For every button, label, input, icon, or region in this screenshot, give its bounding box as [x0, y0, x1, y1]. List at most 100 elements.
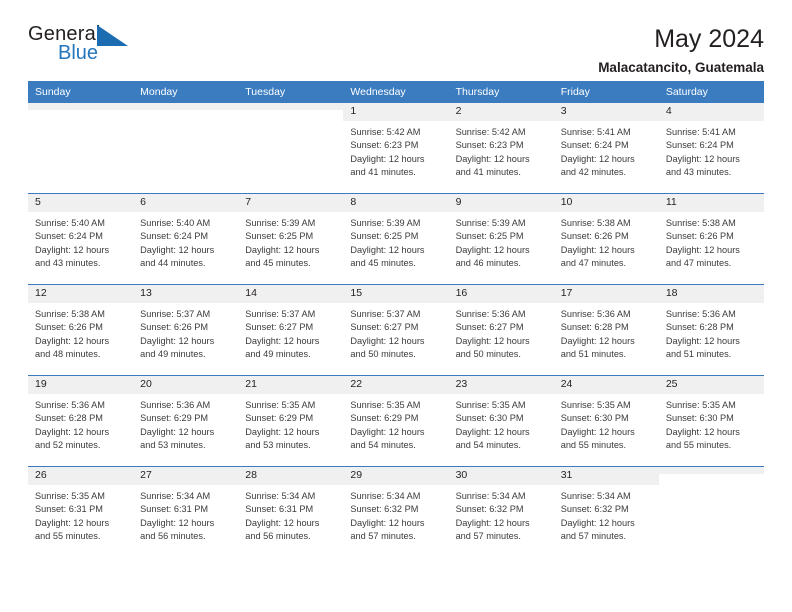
- calendar-day-cell[interactable]: 22 Sunrise: 5:35 AM Sunset: 6:29 PM Dayligh…: [343, 375, 449, 467]
- calendar-day-cell[interactable]: 3 Sunrise: 5:41 AM Sunset: 6:24 PM Daylight…: [553, 103, 659, 194]
- sunset-text: Sunset: 6:26 PM: [665, 231, 734, 242]
- daylight-text-line1: Daylight: 12 hours: [35, 244, 110, 255]
- day-sun-info: Sunrise: 5:36 AM Sunset: 6:28 PM Daylight:…: [28, 394, 133, 453]
- day-number: [28, 103, 134, 110]
- sunrise-text: Sunrise: 5:37 AM: [245, 308, 316, 319]
- sunrise-text: Sunrise: 5:37 AM: [350, 308, 421, 319]
- day-sun-info: Sunrise: 5:37 AM Sunset: 6:27 PM Daylight:…: [343, 303, 448, 362]
- day-sun-info: Sunrise: 5:38 AM Sunset: 6:26 PM Daylight:…: [659, 212, 764, 271]
- sunset-text: Sunset: 6:23 PM: [350, 140, 419, 151]
- sunrise-text: Sunrise: 5:39 AM: [350, 217, 421, 228]
- daylight-text-line2: and 52 minutes.: [35, 440, 101, 451]
- calendar-day-cell-empty: [238, 103, 344, 194]
- daylight-text-line2: and 43 minutes.: [665, 167, 732, 178]
- daylight-text-line2: and 56 minutes.: [245, 531, 311, 542]
- sunrise-text: Sunrise: 5:36 AM: [560, 308, 631, 319]
- sunset-text: Sunset: 6:24 PM: [560, 140, 629, 151]
- calendar-day-cell[interactable]: 17 Sunrise: 5:36 AM Sunset: 6:28 PM Dayligh…: [553, 284, 659, 376]
- daylight-text-line2: and 57 minutes.: [455, 531, 521, 542]
- daylight-text-line2: and 45 minutes.: [350, 258, 416, 269]
- sunset-text: Sunset: 6:25 PM: [455, 231, 524, 242]
- day-sun-info: Sunrise: 5:36 AM Sunset: 6:28 PM Daylight:…: [659, 303, 764, 362]
- day-number: 3: [553, 103, 659, 121]
- calendar-day-cell[interactable]: 16 Sunrise: 5:36 AM Sunset: 6:27 PM Dayligh…: [448, 284, 554, 376]
- weekday-header: Sunday Monday Tuesday Wednesday Thursday Frid…: [28, 81, 764, 103]
- weekday-header-cell: Saturday: [658, 81, 764, 103]
- calendar-day-cell[interactable]: 25 Sunrise: 5:35 AM Sunset: 6:30 PM Dayligh…: [658, 375, 764, 467]
- daylight-text-line1: Daylight: 12 hours: [455, 426, 530, 437]
- sunrise-text: Sunrise: 5:35 AM: [35, 490, 105, 501]
- day-number: 7: [238, 194, 344, 212]
- daylight-text-line2: and 51 minutes.: [560, 349, 627, 360]
- day-number: 6: [133, 194, 239, 212]
- calendar-day-cell[interactable]: 19 Sunrise: 5:36 AM Sunset: 6:28 PM Dayligh…: [28, 375, 134, 467]
- calendar-body: 1 Sunrise: 5:42 AM Sunset: 6:23 PM Daylight…: [28, 103, 764, 557]
- calendar-day-cell[interactable]: 5 Sunrise: 5:40 AM Sunset: 6:24 PM Daylight…: [28, 193, 134, 285]
- sunrise-text: Sunrise: 5:41 AM: [560, 126, 631, 137]
- calendar-day-cell[interactable]: 27 Sunrise: 5:34 AM Sunset: 6:31 PM Dayligh…: [133, 466, 239, 557]
- calendar-day-cell[interactable]: 12 Sunrise: 5:38 AM Sunset: 6:26 PM Dayligh…: [28, 284, 134, 376]
- calendar-week-row: 26 Sunrise: 5:35 AM Sunset: 6:31 PM Dayligh…: [28, 466, 764, 557]
- daylight-text-line1: Daylight: 12 hours: [350, 517, 425, 528]
- calendar-day-cell[interactable]: 11 Sunrise: 5:38 AM Sunset: 6:26 PM Dayligh…: [658, 193, 764, 285]
- daylight-text-line2: and 53 minutes.: [140, 440, 206, 451]
- day-sun-info: Sunrise: 5:35 AM Sunset: 6:30 PM Daylight:…: [554, 394, 659, 453]
- sunset-text: Sunset: 6:32 PM: [455, 504, 524, 515]
- calendar-day-cell[interactable]: 31 Sunrise: 5:34 AM Sunset: 6:32 PM Dayligh…: [553, 466, 659, 557]
- daylight-text-line1: Daylight: 12 hours: [560, 244, 635, 255]
- calendar-day-cell[interactable]: 26 Sunrise: 5:35 AM Sunset: 6:31 PM Dayligh…: [28, 466, 134, 557]
- sunset-text: Sunset: 6:31 PM: [245, 504, 314, 515]
- sunrise-text: Sunrise: 5:38 AM: [560, 217, 631, 228]
- day-number: 20: [133, 376, 239, 394]
- daylight-text-line2: and 49 minutes.: [140, 349, 206, 360]
- calendar-day-cell[interactable]: 28 Sunrise: 5:34 AM Sunset: 6:31 PM Dayligh…: [238, 466, 344, 557]
- calendar-day-cell[interactable]: 7 Sunrise: 5:39 AM Sunset: 6:25 PM Daylight…: [238, 193, 344, 285]
- page-subtitle: Malacatancito, Guatemala: [598, 59, 764, 75]
- logo-text-blue: Blue: [58, 42, 99, 64]
- sunset-text: Sunset: 6:29 PM: [140, 413, 209, 424]
- day-sun-info: Sunrise: 5:39 AM Sunset: 6:25 PM Daylight:…: [449, 212, 554, 271]
- page-title: May 2024: [654, 25, 764, 53]
- calendar-day-cell[interactable]: 2 Sunrise: 5:42 AM Sunset: 6:23 PM Daylight…: [448, 103, 554, 194]
- day-sun-info: Sunrise: 5:41 AM Sunset: 6:24 PM Daylight:…: [659, 121, 764, 180]
- title-block: May 2024 Malacatancito, Guatemala: [598, 24, 764, 75]
- calendar-day-cell[interactable]: 9 Sunrise: 5:39 AM Sunset: 6:25 PM Daylight…: [448, 193, 554, 285]
- day-sun-info: Sunrise: 5:36 AM Sunset: 6:27 PM Daylight:…: [449, 303, 554, 362]
- calendar-day-cell[interactable]: 24 Sunrise: 5:35 AM Sunset: 6:30 PM Dayligh…: [553, 375, 659, 467]
- calendar-week-row: 1 Sunrise: 5:42 AM Sunset: 6:23 PM Daylight…: [28, 103, 764, 194]
- calendar-day-cell[interactable]: 13 Sunrise: 5:37 AM Sunset: 6:26 PM Dayligh…: [133, 284, 239, 376]
- sunset-text: Sunset: 6:29 PM: [350, 413, 419, 424]
- day-number: 2: [448, 103, 554, 121]
- day-sun-info: Sunrise: 5:35 AM Sunset: 6:30 PM Daylight:…: [449, 394, 554, 453]
- calendar-day-cell[interactable]: 6 Sunrise: 5:40 AM Sunset: 6:24 PM Daylight…: [133, 193, 239, 285]
- daylight-text-line1: Daylight: 12 hours: [350, 426, 425, 437]
- calendar-day-cell[interactable]: 8 Sunrise: 5:39 AM Sunset: 6:25 PM Daylight…: [343, 193, 449, 285]
- daylight-text-line1: Daylight: 12 hours: [245, 517, 320, 528]
- day-sun-info: Sunrise: 5:35 AM Sunset: 6:29 PM Daylight:…: [238, 394, 343, 453]
- daylight-text-line2: and 50 minutes.: [350, 349, 416, 360]
- calendar-day-cell[interactable]: 1 Sunrise: 5:42 AM Sunset: 6:23 PM Daylight…: [343, 103, 449, 194]
- daylight-text-line2: and 57 minutes.: [350, 531, 416, 542]
- sunrise-text: Sunrise: 5:42 AM: [350, 126, 421, 137]
- daylight-text-line1: Daylight: 12 hours: [140, 244, 215, 255]
- general-blue-logo[interactable]: General Blue: [28, 24, 136, 70]
- sunrise-text: Sunrise: 5:35 AM: [560, 399, 631, 410]
- weekday-header-cell: Tuesday: [238, 81, 344, 103]
- calendar-day-cell[interactable]: 14 Sunrise: 5:37 AM Sunset: 6:27 PM Dayligh…: [238, 284, 344, 376]
- calendar-day-cell[interactable]: 29 Sunrise: 5:34 AM Sunset: 6:32 PM Dayligh…: [343, 466, 449, 557]
- calendar-day-cell[interactable]: 15 Sunrise: 5:37 AM Sunset: 6:27 PM Dayligh…: [343, 284, 449, 376]
- daylight-text-line2: and 57 minutes.: [560, 531, 627, 542]
- calendar-day-cell[interactable]: 10 Sunrise: 5:38 AM Sunset: 6:26 PM Dayligh…: [553, 193, 659, 285]
- calendar-day-cell[interactable]: 4 Sunrise: 5:41 AM Sunset: 6:24 PM Daylight…: [658, 103, 764, 194]
- sunset-text: Sunset: 6:25 PM: [350, 231, 419, 242]
- daylight-text-line2: and 48 minutes.: [35, 349, 101, 360]
- day-sun-info: Sunrise: 5:42 AM Sunset: 6:23 PM Daylight:…: [343, 121, 448, 180]
- sunset-text: Sunset: 6:30 PM: [665, 413, 734, 424]
- sunrise-text: Sunrise: 5:34 AM: [455, 490, 526, 501]
- calendar-day-cell[interactable]: 23 Sunrise: 5:35 AM Sunset: 6:30 PM Dayligh…: [448, 375, 554, 467]
- calendar-day-cell[interactable]: 21 Sunrise: 5:35 AM Sunset: 6:29 PM Dayligh…: [238, 375, 344, 467]
- calendar-day-cell[interactable]: 20 Sunrise: 5:36 AM Sunset: 6:29 PM Dayligh…: [133, 375, 239, 467]
- calendar-day-cell[interactable]: 18 Sunrise: 5:36 AM Sunset: 6:28 PM Dayligh…: [658, 284, 764, 376]
- calendar-day-cell[interactable]: 30 Sunrise: 5:34 AM Sunset: 6:32 PM Dayligh…: [448, 466, 554, 557]
- sunset-text: Sunset: 6:31 PM: [35, 504, 103, 515]
